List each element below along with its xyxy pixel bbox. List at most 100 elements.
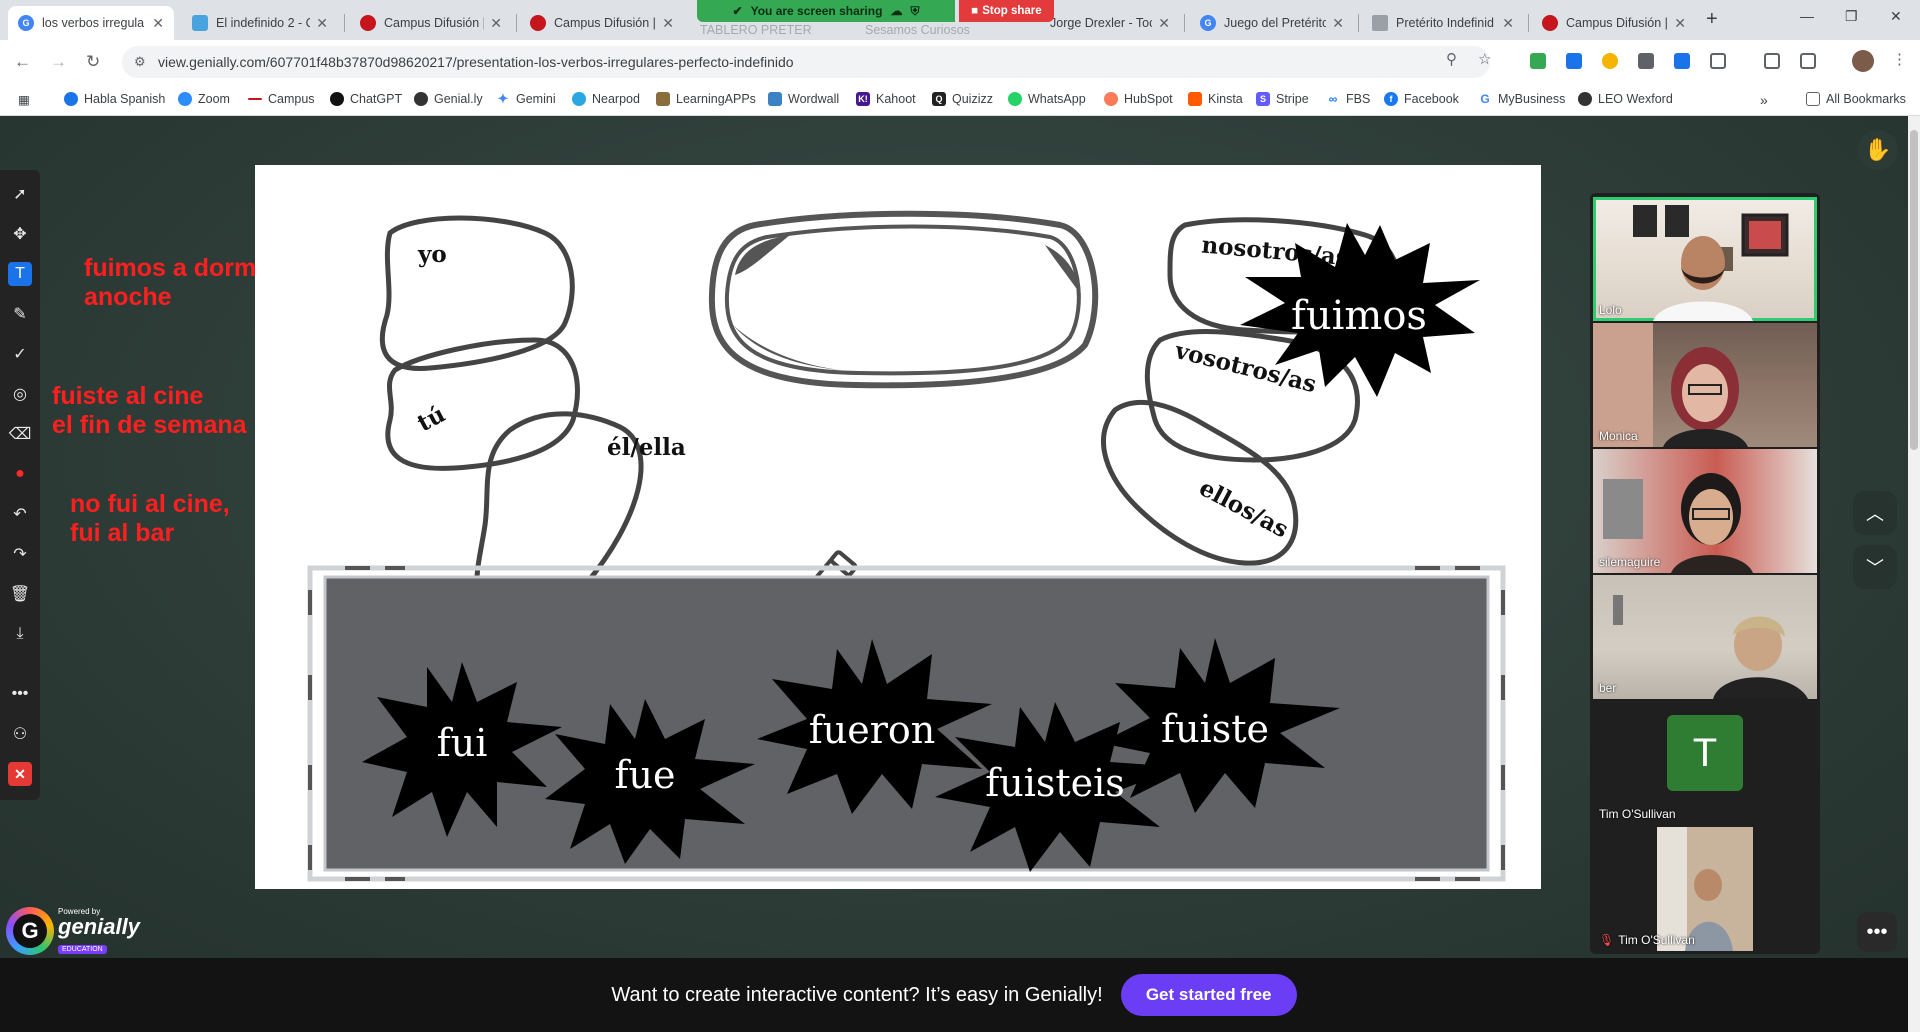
- close-icon[interactable]: ✕: [490, 15, 502, 32]
- extension-icon[interactable]: [1638, 53, 1654, 69]
- bookmark-item[interactable]: ✦ Gemini: [496, 91, 556, 106]
- bookmark-star-icon[interactable]: ☆: [1478, 50, 1491, 68]
- scrollbar-thumb[interactable]: [1910, 130, 1918, 450]
- extension-icon[interactable]: [1566, 53, 1582, 69]
- participant-annotate-icon[interactable]: ⚇: [8, 722, 32, 746]
- close-icon[interactable]: ✕: [662, 15, 674, 32]
- bookmark-item[interactable]: HubSpot: [1104, 92, 1173, 106]
- genially-badge[interactable]: G Powered by genially EDUCATION: [6, 906, 140, 956]
- tab-search-icon[interactable]: [1800, 53, 1816, 69]
- tab-campus-difusion-3[interactable]: Campus Difusión | ✕: [1532, 6, 1696, 40]
- close-annotation-icon[interactable]: ✕: [8, 762, 32, 786]
- extension-icon[interactable]: [1674, 53, 1690, 69]
- bookmark-item[interactable]: G MyBusiness: [1478, 92, 1565, 106]
- url-text: view.genially.com/607701f48b37870d986202…: [158, 54, 794, 70]
- bookmark-item[interactable]: S Stripe: [1256, 92, 1309, 106]
- close-icon[interactable]: ✕: [152, 15, 164, 32]
- text-tool-icon[interactable]: T: [8, 262, 32, 286]
- trash-icon[interactable]: 🗑: [8, 582, 32, 606]
- tab-juego-preterito[interactable]: G Juego del Pretérito ✕: [1190, 6, 1354, 40]
- bookmark-item[interactable]: Habla Spanish: [64, 92, 165, 106]
- close-icon[interactable]: ✕: [316, 15, 328, 32]
- back-button[interactable]: ←: [14, 52, 31, 72]
- tab-jorge-drexler[interactable]: Jorge Drexler - Toc ✕: [1040, 6, 1180, 40]
- bookmark-item[interactable]: Campus: [248, 92, 315, 106]
- participant-tile[interactable]: ber: [1593, 575, 1817, 699]
- chevron-up-icon[interactable]: ︿: [1853, 491, 1897, 535]
- bookmark-item[interactable]: Nearpod: [572, 92, 640, 106]
- pen-icon[interactable]: ✎: [8, 302, 32, 326]
- all-bookmarks-button[interactable]: All Bookmarks: [1806, 92, 1906, 106]
- bookmark-item[interactable]: ∞ FBS: [1326, 92, 1371, 106]
- select-arrow-icon[interactable]: ➚: [8, 182, 32, 206]
- more-dots-icon[interactable]: •••: [8, 682, 32, 706]
- close-icon[interactable]: ✕: [1502, 15, 1514, 32]
- participant-tile[interactable]: Monica: [1593, 323, 1817, 447]
- bookmark-label: Wordwall: [788, 92, 840, 106]
- zoom-icon: [178, 92, 192, 106]
- restore-button[interactable]: ❐: [1845, 8, 1858, 25]
- tab-title: los verbos irregula: [42, 16, 145, 30]
- profile-avatar[interactable]: [1852, 50, 1874, 72]
- bookmark-item[interactable]: Genial.ly: [414, 92, 483, 106]
- chevron-down-icon[interactable]: ﹀: [1853, 545, 1897, 589]
- drive-extension-icon[interactable]: [1530, 53, 1546, 69]
- move-icon[interactable]: ✥: [8, 222, 32, 246]
- extension-icon[interactable]: [1602, 53, 1618, 69]
- bookmark-item[interactable]: Q Quizizz: [932, 92, 993, 106]
- zoom-icon[interactable]: ⚲: [1446, 50, 1457, 68]
- redo-icon[interactable]: ↷: [8, 542, 32, 566]
- new-tab-button[interactable]: +: [1706, 8, 1718, 31]
- tab-campus-difusion-2[interactable]: Campus Difusión | ✕: [520, 6, 684, 40]
- more-options-icon[interactable]: •••: [1857, 912, 1897, 952]
- bookmark-label: Campus: [268, 92, 315, 106]
- eraser-icon[interactable]: ⌫: [8, 422, 32, 446]
- stop-share-button[interactable]: ■ Stop share: [959, 0, 1054, 22]
- color-picker-icon[interactable]: ●: [8, 462, 32, 486]
- bookmark-item[interactable]: f Facebook: [1384, 92, 1459, 106]
- close-icon[interactable]: ✕: [1674, 15, 1686, 32]
- tab-el-indefinido[interactable]: El indefinido 2 - Q ✕: [182, 6, 338, 40]
- minimize-button[interactable]: —: [1800, 8, 1814, 24]
- bookmark-item[interactable]: K! Kahoot: [856, 92, 916, 106]
- trash-icon[interactable]: [1764, 53, 1780, 69]
- bookmark-item[interactable]: ChatGPT: [330, 92, 402, 106]
- bookmark-item[interactable]: LearningAPPs: [656, 92, 756, 106]
- puzzle-extensions-icon[interactable]: [1710, 53, 1726, 69]
- apps-grid-icon[interactable]: ▦: [18, 92, 30, 107]
- site-info-icon[interactable]: ⚙: [134, 54, 146, 70]
- tab-title: Juego del Pretérito: [1224, 16, 1327, 30]
- more-bookmarks-chevron-icon[interactable]: »: [1760, 92, 1768, 108]
- reload-button[interactable]: ↻: [86, 52, 100, 72]
- genially-icon: [414, 92, 428, 106]
- participant-tile[interactable]: silemaguire: [1593, 449, 1817, 573]
- close-icon[interactable]: ✕: [1158, 15, 1170, 32]
- bookmark-item[interactable]: LEO Wexford: [1578, 92, 1673, 106]
- bookmark-item[interactable]: Kinsta: [1188, 92, 1243, 106]
- participant-tile[interactable]: T Tim O'Sullivan: [1593, 701, 1817, 825]
- participant-tile[interactable]: Lolo: [1593, 197, 1817, 321]
- bookmark-item[interactable]: Wordwall: [768, 92, 839, 106]
- word-bank-item: fui: [437, 721, 488, 765]
- raise-hand-icon[interactable]: ✋: [1858, 130, 1898, 170]
- tab-preterito-indefinido[interactable]: Pretérito Indefinid ✕: [1362, 6, 1524, 40]
- menu-dots-icon[interactable]: ⋮: [1892, 50, 1907, 68]
- bookmark-item[interactable]: WhatsApp: [1008, 92, 1086, 106]
- save-download-icon[interactable]: ⤓: [8, 622, 32, 646]
- get-started-button[interactable]: Get started free: [1120, 974, 1297, 1016]
- browser-toolbar: ← → ↻ ⚙ view.genially.com/607701f48b3787…: [0, 40, 1920, 84]
- screen-share-bar: ✔ You are screen sharing ☁ ⛨ ■ Stop shar…: [697, 0, 1054, 22]
- bookmark-label: Stripe: [1276, 92, 1309, 106]
- tab-los-verbos[interactable]: G los verbos irregula ✕: [8, 6, 174, 40]
- bookmark-item[interactable]: Zoom: [178, 92, 230, 106]
- undo-icon[interactable]: ↶: [8, 502, 32, 526]
- close-window-button[interactable]: ✕: [1890, 8, 1902, 25]
- forward-button[interactable]: →: [50, 52, 67, 72]
- checkmark-icon[interactable]: ✓: [8, 342, 32, 366]
- tab-campus-difusion-1[interactable]: Campus Difusión | ✕: [350, 6, 512, 40]
- close-icon[interactable]: ✕: [1332, 15, 1344, 32]
- address-bar[interactable]: ⚙ view.genially.com/607701f48b37870d9862…: [122, 46, 1490, 78]
- tab-title: Campus Difusión |: [1566, 16, 1668, 30]
- spotlight-icon[interactable]: ◎: [8, 382, 32, 406]
- participant-tile[interactable]: 🎙 Tim O'Sullivan: [1593, 827, 1817, 951]
